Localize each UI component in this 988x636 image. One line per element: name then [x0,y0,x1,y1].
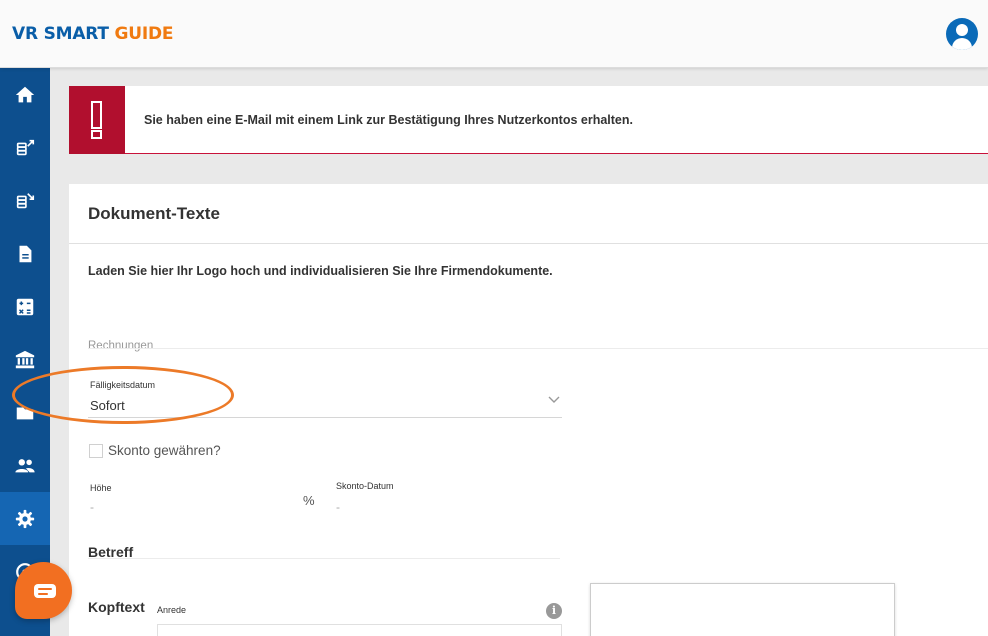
sidebar-item-contacts[interactable] [0,439,50,492]
chevron-down-icon[interactable] [548,396,560,404]
sidebar [0,68,50,636]
sidebar-item-archive[interactable] [0,386,50,439]
logo-upload-box[interactable] [590,583,895,636]
header-text-heading: Kopftext [88,599,145,615]
discount-date-label: Skonto-Datum [336,481,394,491]
exclamation-icon [91,101,102,139]
sidebar-item-settings[interactable] [0,492,50,545]
due-date-label: Fälligkeitsdatum [90,380,156,390]
sidebar-item-money-out[interactable] [0,121,50,174]
calculator-icon [16,298,34,315]
card-divider [69,243,988,244]
section-label-invoices: Rechnungen [88,340,154,352]
sidebar-item-calculator[interactable] [0,280,50,333]
bank-icon [15,350,35,368]
home-icon [15,86,35,102]
alert-indicator [69,86,125,154]
chat-icon [34,584,56,598]
discount-checkbox[interactable] [89,444,103,458]
percent-symbol: % [303,493,315,508]
discount-amount-label: Höhe [90,483,112,493]
document-icon [19,245,32,262]
logo-text-guide: GUIDE [114,24,174,44]
sidebar-item-bank[interactable] [0,333,50,386]
folder-icon [16,407,34,419]
sidebar-item-money-in[interactable] [0,174,50,227]
money-in-icon [16,192,35,208]
discount-amount-input[interactable]: - [90,500,94,514]
sidebar-item-home[interactable] [0,68,50,121]
card-intro-text: Laden Sie hier Ihr Logo hoch und individ… [88,264,553,278]
alert-message: Sie haben eine E-Mail mit einem Link zur… [144,113,633,127]
confirmation-alert: Sie haben eine E-Mail mit einem Link zur… [69,86,988,154]
money-out-icon [16,139,35,155]
due-date-select[interactable]: Sofort [90,398,125,413]
settings-icon [15,509,35,528]
sidebar-item-documents[interactable] [0,227,50,280]
user-avatar-icon[interactable] [946,18,978,50]
section-divider [88,348,988,349]
due-date-underline [88,417,562,418]
app-logo[interactable]: VR SMART GUIDE [12,24,174,44]
discount-checkbox-label[interactable]: Skonto gewähren? [108,443,221,458]
users-icon [15,458,35,472]
info-icon[interactable]: i [546,603,562,619]
salutation-input[interactable] [157,624,562,636]
salutation-label: Anrede [157,605,187,615]
card-title: Dokument-Texte [88,204,220,223]
chat-button[interactable] [15,562,72,619]
top-bar: VR SMART GUIDE [0,0,988,68]
discount-date-input[interactable]: - [336,500,340,514]
subject-divider [88,558,560,559]
logo-text-vr-smart: VR SMART [12,24,115,44]
document-texts-card: Dokument-Texte Laden Sie hier Ihr Logo h… [69,184,988,636]
